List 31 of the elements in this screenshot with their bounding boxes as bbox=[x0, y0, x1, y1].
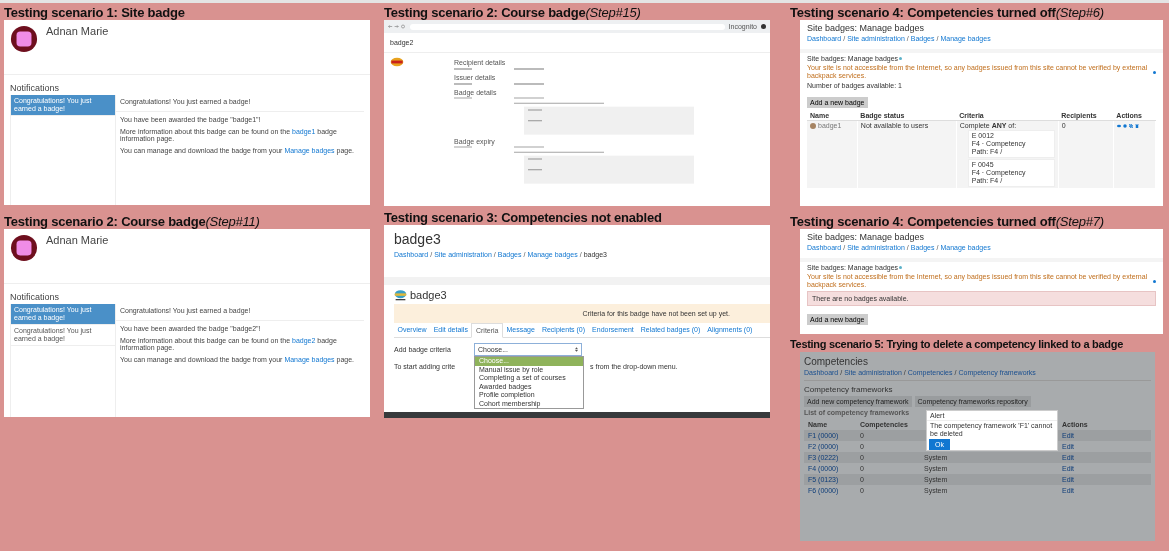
incognito-icon bbox=[761, 24, 766, 29]
scenario-title: Testing scenario 2: Course badge(Step#11) bbox=[4, 214, 261, 229]
browser-nav-icon bbox=[388, 24, 406, 29]
help-icon[interactable] bbox=[1153, 70, 1156, 74]
page-title: Competencies bbox=[804, 356, 869, 367]
scenario-title: Testing scenario 2: Course badge(Step#15) bbox=[384, 5, 642, 20]
page-title: Site badges: Manage badges bbox=[807, 23, 926, 33]
help-icon[interactable] bbox=[899, 266, 903, 269]
page-title: badge3 bbox=[394, 231, 442, 247]
user-name: Adnan Marie bbox=[46, 234, 109, 248]
scenario-title: Testing scenario 1: Site badge bbox=[4, 5, 186, 20]
section-heading: Competency frameworks bbox=[804, 385, 894, 394]
avatar-icon bbox=[10, 25, 38, 53]
notifications-heading: Notifications bbox=[10, 292, 61, 302]
scenario-title: Testing scenario 3: Competencies not enabled bbox=[384, 210, 663, 225]
trash-icon[interactable] bbox=[1134, 124, 1139, 128]
avatar-icon bbox=[10, 234, 38, 262]
badge-image-icon bbox=[390, 57, 404, 67]
scenario-title: Testing scenario 4: Competencies turned off(Step#6) bbox=[790, 5, 1105, 20]
page-title: Site badges: Manage badges bbox=[807, 232, 926, 242]
notifications-heading: Notifications bbox=[10, 83, 61, 93]
select-arrows-icon bbox=[575, 347, 578, 352]
badge-image-icon bbox=[810, 122, 816, 129]
help-icon[interactable] bbox=[1153, 279, 1156, 283]
scenario-title: Testing scenario 5: Trying to delete a competency linked to a badge bbox=[790, 337, 1124, 352]
scenario-title: Testing scenario 4: Competencies turned off(Step#7) bbox=[790, 214, 1105, 229]
copy-icon[interactable] bbox=[1128, 124, 1133, 128]
help-icon[interactable] bbox=[899, 57, 903, 60]
badge-image-icon bbox=[394, 289, 407, 301]
user-name: Adnan Marie bbox=[46, 25, 109, 39]
badge-name: badge3 bbox=[410, 289, 447, 301]
